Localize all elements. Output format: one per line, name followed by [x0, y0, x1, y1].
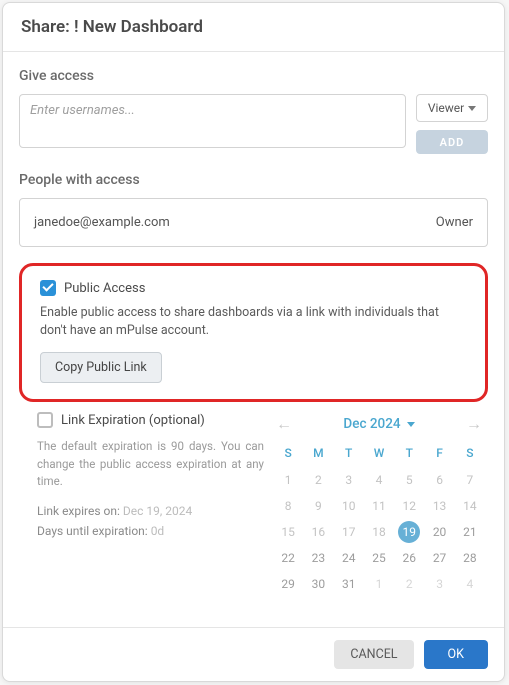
- role-select-label: Viewer: [428, 101, 464, 115]
- ok-button[interactable]: OK: [424, 640, 488, 669]
- link-expiration-section: Link Expiration (optional) The default e…: [19, 412, 488, 596]
- give-access-row: Viewer ADD: [19, 94, 488, 154]
- calendar-day[interactable]: 18: [365, 520, 393, 544]
- public-access-description: Enable public access to share dashboards…: [40, 304, 467, 340]
- link-expires-on-label: Link expires on:: [37, 504, 120, 518]
- calendar-day[interactable]: 20: [425, 520, 453, 544]
- person-role: Owner: [436, 215, 473, 230]
- calendar-month-label: Dec 2024: [343, 416, 400, 432]
- people-access-list: janedoe@example.com Owner: [19, 198, 488, 247]
- calendar-day[interactable]: 3: [335, 468, 363, 492]
- calendar-day[interactable]: 28: [456, 546, 484, 570]
- calendar-day[interactable]: 2: [304, 468, 332, 492]
- calendar-day[interactable]: 16: [304, 520, 332, 544]
- role-select[interactable]: Viewer: [416, 94, 488, 122]
- calendar-day[interactable]: 11: [365, 494, 393, 518]
- calendar-day[interactable]: 15: [274, 520, 302, 544]
- dialog-title: Share: ! New Dashboard: [3, 3, 504, 52]
- calendar-day[interactable]: 7: [456, 468, 484, 492]
- public-access-checkbox[interactable]: [40, 280, 56, 296]
- calendar-dow: W: [365, 442, 393, 466]
- add-button[interactable]: ADD: [416, 130, 488, 154]
- cancel-button[interactable]: CANCEL: [334, 640, 413, 669]
- calendar-day[interactable]: 31: [335, 572, 363, 596]
- calendar-day[interactable]: 27: [425, 546, 453, 570]
- calendar-day[interactable]: 14: [456, 494, 484, 518]
- link-expiration-checkbox[interactable]: [37, 412, 53, 428]
- calendar-dow: T: [335, 442, 363, 466]
- days-until-label: Days until expiration:: [37, 524, 148, 538]
- expiration-calendar: ← Dec 2024 → SMTWTFS12345678910111213141…: [274, 412, 484, 596]
- calendar-dow: F: [425, 442, 453, 466]
- days-until-value: 0d: [151, 524, 165, 538]
- person-email: janedoe@example.com: [34, 215, 170, 230]
- calendar-day[interactable]: 10: [335, 494, 363, 518]
- calendar-day[interactable]: 25: [365, 546, 393, 570]
- copy-public-link-button[interactable]: Copy Public Link: [40, 352, 162, 383]
- calendar-prev-icon[interactable]: ←: [276, 414, 292, 434]
- calendar-day[interactable]: 5: [395, 468, 423, 492]
- calendar-day[interactable]: 1: [365, 572, 393, 596]
- calendar-day[interactable]: 4: [365, 468, 393, 492]
- calendar-day[interactable]: 21: [456, 520, 484, 544]
- usernames-input[interactable]: [19, 94, 406, 148]
- days-until-expiration: Days until expiration: 0d: [37, 524, 264, 538]
- calendar-month-select[interactable]: Dec 2024: [343, 416, 414, 432]
- share-dialog: Share: ! New Dashboard Give access Viewe…: [2, 2, 505, 682]
- calendar-day[interactable]: 8: [274, 494, 302, 518]
- person-row: janedoe@example.com Owner: [34, 215, 473, 230]
- dialog-footer: CANCEL OK: [3, 627, 504, 681]
- calendar-day[interactable]: 2: [395, 572, 423, 596]
- link-expiration-description: The default expiration is 90 days. You c…: [37, 438, 264, 490]
- calendar-day[interactable]: 6: [425, 468, 453, 492]
- calendar-day[interactable]: 23: [304, 546, 332, 570]
- calendar-day[interactable]: 29: [274, 572, 302, 596]
- calendar-dow: S: [456, 442, 484, 466]
- calendar-day[interactable]: 22: [274, 546, 302, 570]
- calendar-day[interactable]: 13: [425, 494, 453, 518]
- give-access-title: Give access: [19, 68, 488, 84]
- chevron-down-icon: [407, 422, 415, 427]
- calendar-day[interactable]: 4: [456, 572, 484, 596]
- calendar-day[interactable]: 12: [395, 494, 423, 518]
- calendar-day[interactable]: 24: [335, 546, 363, 570]
- link-expires-on: Link expires on: Dec 19, 2024: [37, 504, 264, 518]
- calendar-dow: T: [395, 442, 423, 466]
- calendar-next-icon[interactable]: →: [466, 414, 482, 434]
- calendar-dow: S: [274, 442, 302, 466]
- chevron-down-icon: [468, 106, 476, 111]
- calendar-day[interactable]: 1: [274, 468, 302, 492]
- calendar-day[interactable]: 17: [335, 520, 363, 544]
- calendar-day[interactable]: 9: [304, 494, 332, 518]
- calendar-day[interactable]: 30: [304, 572, 332, 596]
- link-expires-on-value: Dec 19, 2024: [123, 504, 192, 518]
- people-access-title: People with access: [19, 172, 488, 188]
- public-access-label: Public Access: [64, 281, 145, 296]
- link-expiration-label: Link Expiration (optional): [61, 413, 205, 428]
- calendar-dow: M: [304, 442, 332, 466]
- calendar-day[interactable]: 26: [395, 546, 423, 570]
- public-access-section: Public Access Enable public access to sh…: [19, 263, 488, 402]
- calendar-day[interactable]: 3: [425, 572, 453, 596]
- calendar-day-selected[interactable]: 19: [398, 521, 420, 543]
